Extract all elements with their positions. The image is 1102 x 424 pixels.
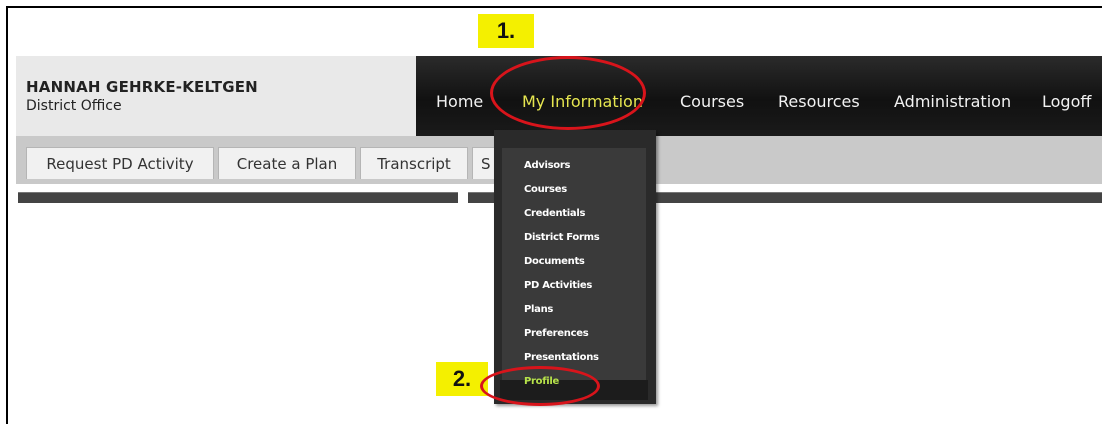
menu-item-advisors[interactable]: Advisors <box>524 160 570 171</box>
nav-home[interactable]: Home <box>436 92 483 111</box>
menu-item-district-forms[interactable]: District Forms <box>524 232 600 243</box>
user-office: District Office <box>26 98 122 114</box>
menu-item-credentials[interactable]: Credentials <box>524 208 585 219</box>
user-name: HANNAH GEHRKE-KELTGEN <box>26 78 258 96</box>
nav-resources[interactable]: Resources <box>778 92 860 111</box>
tab-request-pd-activity[interactable]: Request PD Activity <box>26 147 214 179</box>
step-1-circle <box>490 56 646 130</box>
tab-create-plan[interactable]: Create a Plan <box>218 147 356 179</box>
nav-administration[interactable]: Administration <box>894 92 1011 111</box>
step-2-badge: 2. <box>436 362 488 396</box>
menu-item-courses[interactable]: Courses <box>524 184 567 195</box>
menu-item-presentations[interactable]: Presentations <box>524 352 599 363</box>
menu-item-pd-activities[interactable]: PD Activities <box>524 280 592 291</box>
step-2-circle <box>480 366 600 406</box>
step-1-badge: 1. <box>478 14 534 48</box>
content-header-left <box>18 192 458 203</box>
tab-transcript[interactable]: Transcript <box>360 147 468 179</box>
menu-item-plans[interactable]: Plans <box>524 304 553 315</box>
menu-item-documents[interactable]: Documents <box>524 256 585 267</box>
nav-logoff[interactable]: Logoff <box>1042 92 1091 111</box>
user-info-panel: HANNAH GEHRKE-KELTGEN District Office <box>16 56 416 136</box>
menu-item-preferences[interactable]: Preferences <box>524 328 589 339</box>
nav-courses[interactable]: Courses <box>680 92 744 111</box>
